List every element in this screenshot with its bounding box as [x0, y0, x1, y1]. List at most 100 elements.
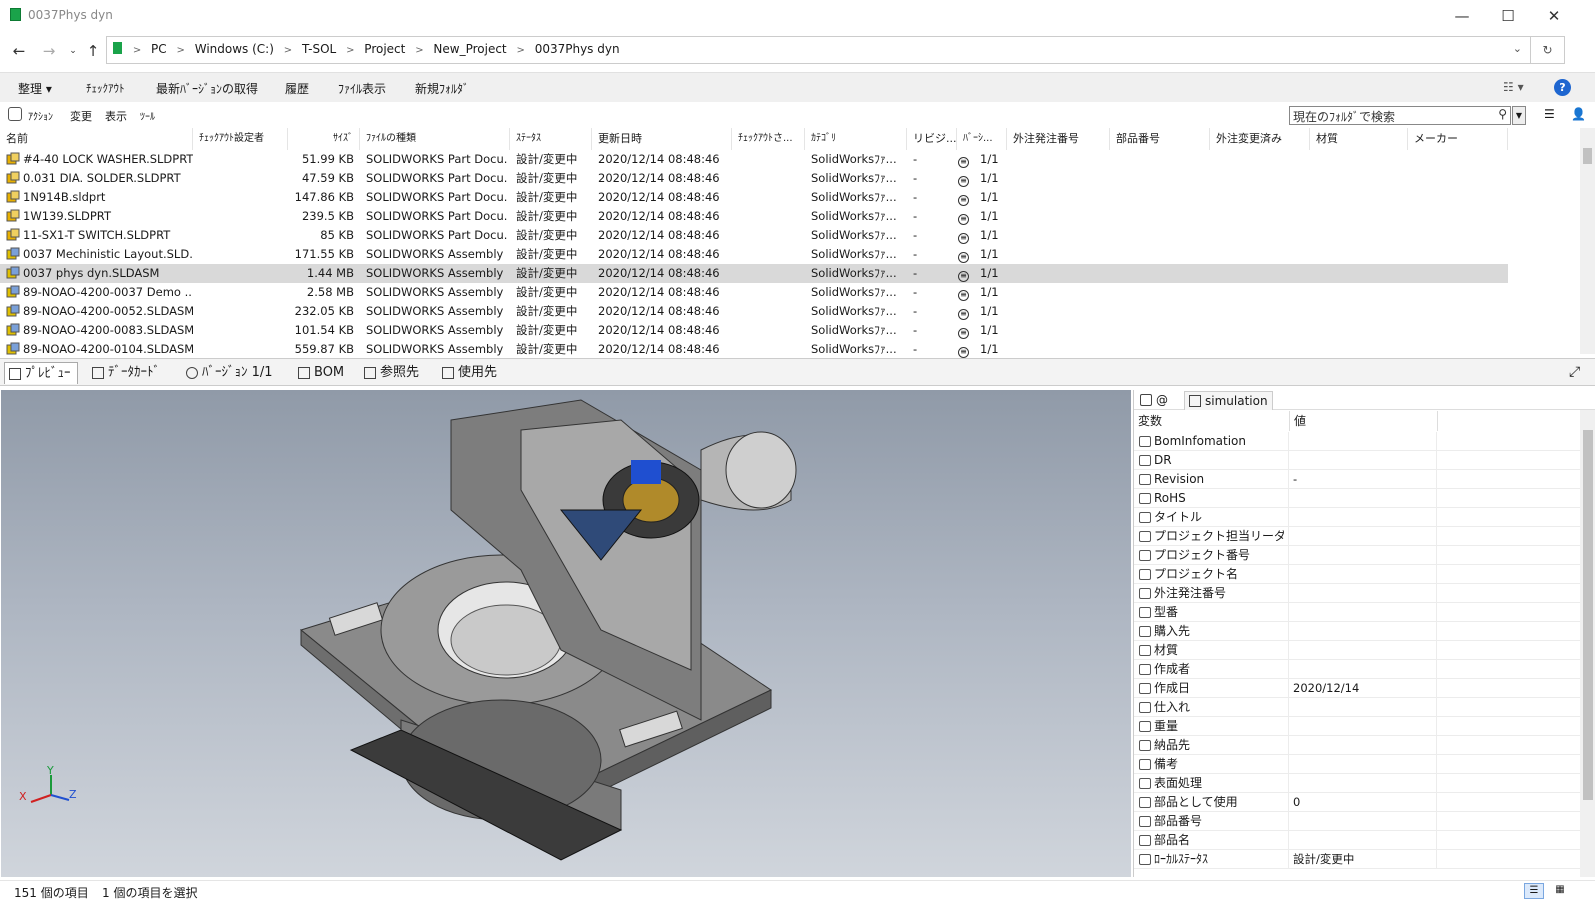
column-header-category[interactable]: ｶﾃｺﾞﾘ	[805, 128, 907, 150]
user-icon[interactable]: 👤	[1571, 107, 1586, 121]
property-row[interactable]: 型番	[1134, 603, 1581, 622]
column-header-name[interactable]: 名前	[0, 128, 193, 150]
property-row[interactable]: 外注発注番号	[1134, 584, 1581, 603]
tab-preview[interactable]: ﾌﾟﾚﾋﾞｭｰ	[4, 362, 78, 384]
property-value[interactable]: 設計/変更中	[1288, 850, 1436, 869]
menu-modify[interactable]: 変更	[70, 108, 92, 124]
table-row[interactable]: 89-NOAO-4200-0104.SLDASM 559.87 KB SOLIDWO…	[0, 340, 1508, 359]
property-value[interactable]	[1288, 660, 1436, 679]
property-row[interactable]: 重量	[1134, 717, 1581, 736]
checkout-button[interactable]: ﾁｪｯｸｱｳﾄ	[86, 80, 125, 96]
tab-bom[interactable]: BOM	[294, 362, 344, 384]
property-value[interactable]	[1288, 755, 1436, 774]
breadcrumb-new-project[interactable]: New_Project	[433, 42, 506, 56]
tab-version[interactable]: ﾊﾞｰｼﾞｮﾝ 1/1	[182, 362, 273, 384]
close-button[interactable]: ✕	[1531, 4, 1577, 28]
column-header-part-no[interactable]: 部品番号	[1110, 128, 1210, 150]
address-bar[interactable]: > PC > Windows (C:) > T-SOL > Project > …	[106, 36, 1531, 64]
column-header-type[interactable]: ﾌｧｲﾙの種類	[360, 128, 510, 150]
property-value[interactable]	[1288, 508, 1436, 527]
property-value[interactable]: -	[1288, 470, 1436, 489]
table-row[interactable]: #4-40 LOCK WASHER.SLDPRT 51.99 KB SOLIDWOR…	[0, 150, 1508, 169]
table-row[interactable]: 0.031 DIA. SOLDER.SLDPRT 47.59 KB SOLIDWOR…	[0, 169, 1508, 188]
property-value[interactable]	[1288, 489, 1436, 508]
property-row[interactable]: 部品として使用 0	[1134, 793, 1581, 812]
breadcrumb-drive[interactable]: Windows (C:)	[195, 42, 274, 56]
view-options-icon[interactable]: ☷ ▾	[1503, 80, 1524, 94]
advanced-search-icon[interactable]: ☰	[1544, 107, 1555, 121]
get-latest-button[interactable]: 最新ﾊﾞｰｼﾞｮﾝの取得	[156, 80, 258, 97]
property-value[interactable]: 2020/12/14	[1288, 679, 1436, 698]
breadcrumb-project[interactable]: Project	[364, 42, 405, 56]
column-header-order-no[interactable]: 外注発注番号	[1007, 128, 1110, 150]
property-row[interactable]: 納品先	[1134, 736, 1581, 755]
file-view-button[interactable]: ﾌｧｲﾙ表示	[338, 80, 386, 97]
table-row[interactable]: 0037 Mechinistic Layout.SLD... 171.55 KB S…	[0, 245, 1508, 264]
column-header-modified[interactable]: 更新日時	[592, 128, 732, 150]
property-row[interactable]: 作成者	[1134, 660, 1581, 679]
history-button[interactable]: 履歴	[285, 80, 309, 97]
column-header-maker[interactable]: メーカー	[1408, 128, 1508, 150]
tab-datacard[interactable]: ﾃﾞｰﾀｶｰﾄﾞ	[88, 362, 160, 384]
property-value[interactable]	[1288, 565, 1436, 584]
table-row[interactable]: 89-NOAO-4200-0052.SLDASM 232.05 KB SOLIDWO…	[0, 302, 1508, 321]
new-folder-button[interactable]: 新規ﾌｫﾙﾀﾞ	[415, 80, 469, 97]
property-value[interactable]	[1288, 622, 1436, 641]
config-simulation-tab[interactable]: simulation	[1184, 391, 1273, 410]
property-value[interactable]	[1288, 603, 1436, 622]
menu-action[interactable]: ｱｸｼｮﾝ	[28, 108, 53, 123]
property-row[interactable]: プロジェクト番号	[1134, 546, 1581, 565]
breadcrumb-tsol[interactable]: T-SOL	[302, 42, 336, 56]
column-header-order-changed[interactable]: 外注変更済み	[1210, 128, 1310, 150]
tab-where-used[interactable]: 使用先	[438, 362, 497, 384]
property-value[interactable]	[1288, 774, 1436, 793]
table-row[interactable]: 11-SX1-T SWITCH.SLDPRT 85 KB SOLIDWORKS Pa…	[0, 226, 1508, 245]
property-row[interactable]: タイトル	[1134, 508, 1581, 527]
property-value[interactable]	[1288, 546, 1436, 565]
property-value[interactable]	[1288, 451, 1436, 470]
large-icons-view-icon[interactable]: ▦	[1550, 883, 1570, 899]
breadcrumb-current[interactable]: 0037Phys dyn	[535, 42, 620, 56]
property-value[interactable]	[1288, 527, 1436, 546]
refresh-icon[interactable]: ↻	[1531, 36, 1565, 64]
table-row[interactable]: 89-NOAO-4200-0083.SLDASM 101.54 KB SOLIDWO…	[0, 321, 1508, 340]
column-header-material[interactable]: 材質	[1310, 128, 1408, 150]
table-row[interactable]: 1N914B.sldprt 147.86 KB SOLIDWORKS Part Do…	[0, 188, 1508, 207]
expand-icon[interactable]: ⤢	[1569, 364, 1580, 380]
maximize-button[interactable]: ☐	[1485, 4, 1531, 28]
help-icon[interactable]: ?	[1554, 79, 1571, 96]
property-row[interactable]: 部品番号	[1134, 812, 1581, 831]
property-row[interactable]: 仕入れ	[1134, 698, 1581, 717]
file-list-scrollbar[interactable]	[1580, 128, 1595, 354]
table-row[interactable]: 1W139.SLDPRT 239.5 KB SOLIDWORKS Part Docu…	[0, 207, 1508, 226]
property-row[interactable]: Revision -	[1134, 470, 1581, 489]
property-row[interactable]: 部品名	[1134, 831, 1581, 850]
forward-arrow-icon[interactable]: →	[38, 40, 60, 62]
property-value[interactable]	[1288, 432, 1436, 451]
breadcrumb-pc[interactable]: PC	[151, 42, 167, 56]
address-dropdown-icon[interactable]: ⌄	[1513, 42, 1522, 55]
property-value[interactable]: 0	[1288, 793, 1436, 812]
column-header-checkout-at[interactable]: ﾁｪｯｸｱｳﾄさ...	[732, 128, 805, 150]
column-header-version[interactable]: ﾊﾞｰｼ...	[957, 128, 1007, 150]
property-value[interactable]	[1288, 717, 1436, 736]
model-preview[interactable]: Y X Z	[1, 390, 1131, 877]
property-value[interactable]	[1288, 812, 1436, 831]
minimize-button[interactable]: —	[1439, 4, 1485, 28]
search-icon[interactable]: ⚲	[1498, 107, 1507, 121]
tab-references[interactable]: 参照先	[360, 362, 419, 384]
search-input[interactable]: 現在のﾌｫﾙﾀﾞで検索 ⚲	[1289, 106, 1511, 125]
property-value[interactable]	[1288, 584, 1436, 603]
organize-button[interactable]: 整理 ▾	[18, 80, 52, 97]
property-row[interactable]: プロジェクト担当リーダー	[1134, 527, 1581, 546]
property-value[interactable]	[1288, 698, 1436, 717]
property-value[interactable]	[1288, 641, 1436, 660]
menu-tool[interactable]: ﾂｰﾙ	[140, 108, 155, 123]
details-view-icon[interactable]: ☰	[1524, 883, 1544, 899]
property-value[interactable]	[1288, 831, 1436, 850]
up-arrow-icon[interactable]: ↑	[82, 40, 104, 62]
table-row[interactable]: 89-NOAO-4200-0037 Demo ... 2.58 MB SOLIDWO…	[0, 283, 1508, 302]
search-dropdown-icon[interactable]: ▼	[1512, 106, 1526, 125]
properties-scrollbar[interactable]	[1580, 410, 1595, 877]
property-row[interactable]: プロジェクト名	[1134, 565, 1581, 584]
